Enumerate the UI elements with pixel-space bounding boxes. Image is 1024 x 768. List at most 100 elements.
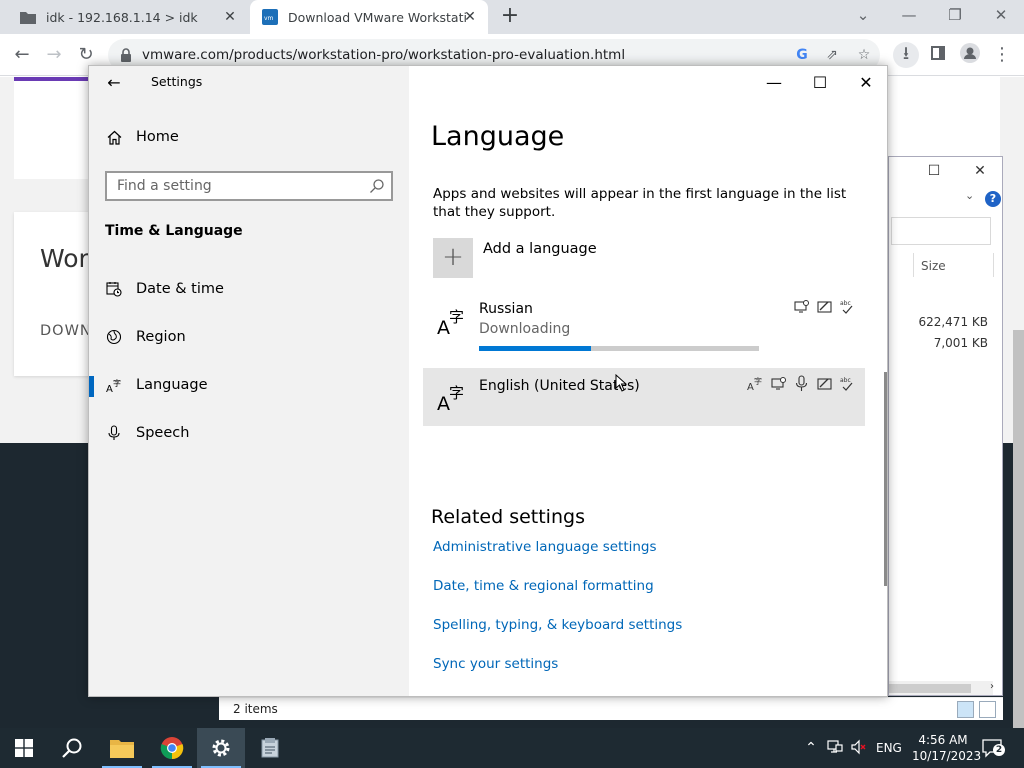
selected-indicator [89,376,94,397]
close-window-icon[interactable]: ✕ [843,68,889,98]
profile-avatar-icon[interactable] [958,43,982,67]
forward-arrow-icon[interactable]: → [42,43,66,67]
add-language-button[interactable]: + Add a language [433,238,597,278]
link-administrative-language-settings[interactable]: Administrative language settings [433,539,657,555]
folder-icon [20,9,36,25]
taskbar-chrome[interactable] [148,728,196,768]
google-icon[interactable]: G [794,47,810,63]
back-arrow-icon[interactable]: ← [103,72,125,94]
nav-item-label: Language [136,377,208,393]
minimize-icon[interactable]: — [895,3,923,27]
search-button[interactable] [48,728,96,768]
calendar-clock-icon [105,280,123,298]
lock-icon [121,48,131,62]
side-panel-icon[interactable] [926,43,950,67]
tab-search-icon[interactable]: ⌄ [849,3,877,27]
url-text: vmware.com/products/workstation-pro/work… [142,47,626,63]
column-divider [913,253,914,277]
svg-text:A: A [106,384,113,393]
tab-title: idk - 192.168.1.14 > idk [46,9,198,25]
settings-content-pane: — ☐ ✕ Language Apps and websites will ap… [409,66,887,696]
vmware-favicon-icon: vm [262,9,278,25]
close-window-icon[interactable]: ✕ [968,161,992,181]
close-tab-icon[interactable]: ✕ [462,9,478,25]
nav-home[interactable]: Home [105,128,179,146]
link-regional-formatting[interactable]: Date, time & regional formatting [433,578,654,594]
column-header-size[interactable]: Size [921,259,946,273]
tab-title: Download VMware Workstation Pro | VMware [288,9,466,25]
network-icon[interactable] [826,739,844,757]
help-icon[interactable]: ? [985,191,1001,207]
browser-tabstrip: idk - 192.168.1.14 > idk ✕ vm Download V… [0,0,1024,34]
nav-item-date-time[interactable]: Date & time [105,280,224,298]
page-title: Language [431,121,565,152]
close-window-icon[interactable]: ✕ [987,3,1015,27]
download-icon[interactable]: ⭳ [893,42,919,68]
taskbar-settings[interactable] [197,728,245,768]
window-title: Settings [151,74,203,89]
microphone-icon [105,424,123,442]
share-icon[interactable]: ⇗ [824,47,840,63]
large-icons-view-icon[interactable] [979,701,996,718]
tab-file-share[interactable]: idk - 192.168.1.14 > idk ✕ [8,0,248,34]
nav-item-label: Speech [136,425,190,441]
svg-text:abc: abc [840,377,851,384]
page-scrollbar[interactable] [1013,330,1024,730]
volume-muted-icon[interactable] [850,739,868,757]
language-status: Downloading [479,321,571,337]
explorer-search-input[interactable] [891,217,991,245]
svg-text:字: 字 [449,384,464,402]
scrollbar-thumb[interactable] [889,684,971,693]
chevron-down-icon[interactable]: ⌄ [965,189,974,202]
details-view-icon[interactable] [957,701,974,718]
close-tab-icon[interactable]: ✕ [222,9,238,25]
search-icon[interactable] [369,178,385,194]
link-sync-settings[interactable]: Sync your settings [433,656,558,672]
globe-icon [105,328,123,346]
clock-time: 4:56 AM [918,733,968,747]
link-spelling-typing-keyboard[interactable]: Spelling, typing, & keyboard settings [433,617,682,633]
restore-icon[interactable]: ❐ [941,3,969,27]
settings-scrollbar[interactable] [884,372,887,586]
menu-kebab-icon[interactable]: ⋮ [990,43,1014,67]
nav-item-region[interactable]: Region [105,328,186,346]
download-label[interactable]: DOWN [40,323,92,339]
handwriting-icon [817,301,832,313]
reload-icon[interactable]: ↻ [74,43,98,67]
input-language-indicator[interactable]: ENG [876,741,902,755]
find-setting-input[interactable]: Find a setting [105,171,393,201]
spellcheck-icon: abc [840,377,853,391]
bookmark-star-icon[interactable]: ☆ [856,47,872,63]
scroll-right-icon[interactable]: › [990,681,994,692]
maximize-icon[interactable]: ☐ [797,68,843,98]
nav-item-language[interactable]: A字 Language [105,376,208,394]
minimize-icon[interactable]: — [751,68,797,98]
windows-logo-icon [15,739,33,757]
section-heading: Time & Language [105,223,243,239]
language-item-russian[interactable]: A字 Russian Downloading abc [423,292,865,351]
spellcheck-icon: abc [840,300,853,314]
chevron-up-icon[interactable]: ⌃ [802,739,820,757]
column-divider [993,253,994,277]
language-glyph-icon: A字 [437,384,464,412]
system-clock[interactable]: 4:56 AM 10/17/2023 [912,732,981,764]
nav-item-speech[interactable]: Speech [105,424,189,442]
folder-icon [110,740,134,758]
page-accent-bar [14,77,88,81]
gear-icon [212,739,230,757]
tab-vmware[interactable]: vm Download VMware Workstation Pro | VMw… [250,0,488,34]
product-heading: Wor [40,244,89,273]
language-glyph-icon: A字 [437,308,464,336]
plus-icon: + [433,238,473,278]
taskbar-file-explorer[interactable] [98,728,146,768]
new-tab-button[interactable]: + [498,5,522,29]
start-button[interactable] [0,728,48,768]
action-center-button[interactable]: 2 [982,738,1005,758]
taskbar-installer[interactable] [246,728,294,768]
back-arrow-icon[interactable]: ← [10,43,34,67]
installer-icon [261,738,279,758]
handwriting-icon [817,378,832,390]
restore-icon[interactable]: ☐ [922,161,946,181]
svg-text:A: A [747,382,754,392]
language-item-english-us[interactable]: A字 English (United States) A字 abc [423,368,865,426]
